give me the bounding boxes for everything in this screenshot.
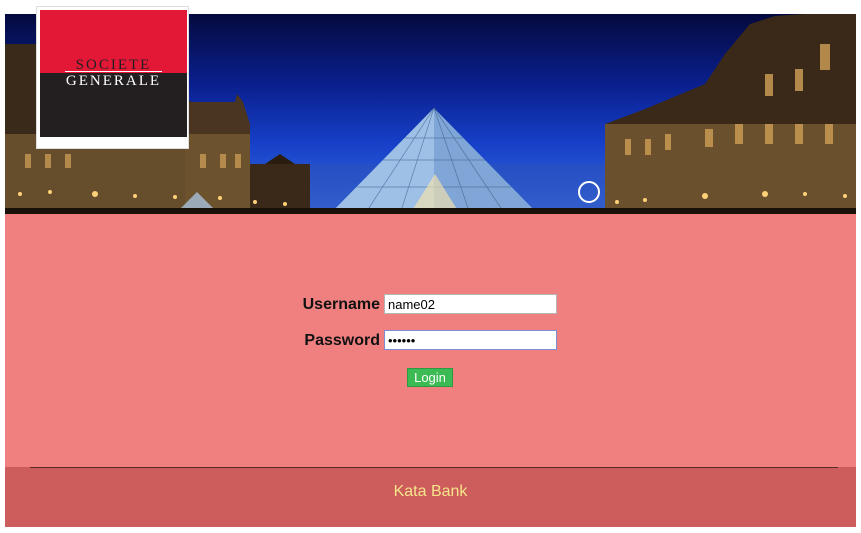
footer-brand-text: Kata Bank (393, 483, 468, 500)
password-row: Password (5, 330, 856, 354)
password-input[interactable] (384, 330, 557, 350)
username-row: Username (5, 294, 856, 318)
username-label: Username (302, 296, 380, 313)
footer: Kata Bank (5, 467, 856, 527)
username-input[interactable] (384, 294, 557, 314)
login-section: Username Password Login (5, 214, 856, 467)
societe-generale-logo[interactable]: SOCIETE GENERALE (36, 6, 189, 149)
page: SOCIETE GENERALE Username Password Login… (5, 6, 856, 527)
logo-divider (65, 71, 162, 72)
footer-divider (30, 467, 838, 468)
password-label: Password (304, 332, 380, 349)
logo-text-line2: GENERALE (65, 73, 162, 89)
login-button[interactable]: Login (407, 368, 453, 387)
